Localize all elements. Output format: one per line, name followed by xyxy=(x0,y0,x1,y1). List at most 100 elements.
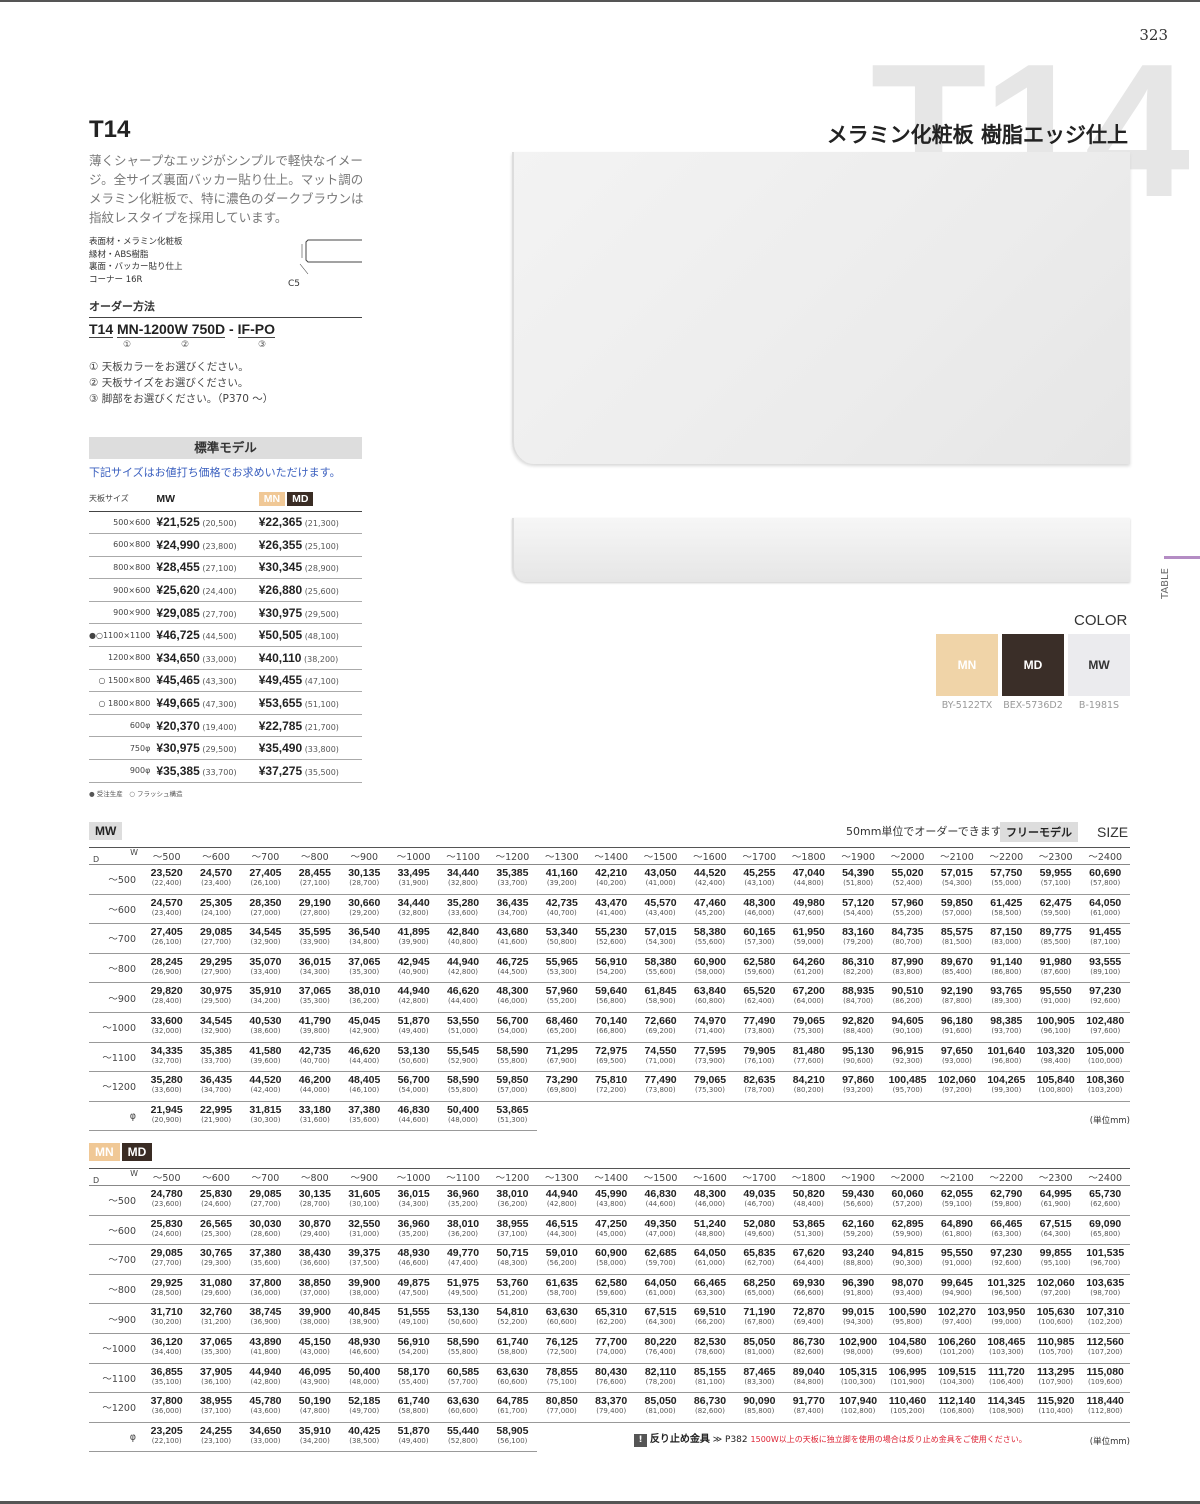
price-excl: (35,300) xyxy=(201,1347,232,1356)
price-excl: (102,200) xyxy=(1088,1318,1123,1327)
price-incl: 46,620 xyxy=(348,1044,381,1057)
price-excl: (66,200) xyxy=(695,1318,725,1327)
mw-price: ¥35,385 xyxy=(156,763,200,778)
price-excl: (93,700) xyxy=(991,1026,1022,1035)
price-incl: 63,630 xyxy=(446,1395,480,1408)
depth-label: ～800 xyxy=(89,953,142,984)
price-incl: 48,300 xyxy=(496,985,529,998)
price-incl: 102,060 xyxy=(1036,1276,1075,1289)
price-incl: 106,260 xyxy=(937,1335,976,1348)
depth-row: ～800 29,925 (28,500) 31,080 (29,600) 37,800 (3… xyxy=(89,1274,1130,1305)
mn-chip: MN xyxy=(258,491,286,506)
price-cell: 44,940 (42,800) xyxy=(438,953,488,984)
price-cell: 97,860 (93,200) xyxy=(833,1071,883,1102)
price-cell: 95,550 (91,000) xyxy=(932,1244,982,1275)
standard-model-heading: 標準モデル xyxy=(89,437,362,459)
price-incl: 46,200 xyxy=(298,1074,331,1087)
price-cell: 49,035 (46,700) xyxy=(734,1185,785,1216)
price-excl: (104,300) xyxy=(939,1377,975,1386)
mw-price: ¥46,725 xyxy=(156,628,200,643)
price-cell: 67,620 (64,400) xyxy=(784,1244,834,1275)
price-incl: 63,630 xyxy=(496,1365,529,1378)
price-excl: (34,300) xyxy=(299,967,330,976)
depth-label: ～1200 xyxy=(89,1071,142,1102)
price-incl: 64,260 xyxy=(792,955,825,968)
mn-price-excl: (51,100) xyxy=(304,700,339,710)
price-incl: 44,940 xyxy=(397,985,430,998)
price-incl: 59,010 xyxy=(545,1247,578,1260)
price-cell: 60,900 (58,000) xyxy=(586,1244,636,1275)
price-incl: 58,590 xyxy=(446,1335,480,1348)
width-axis-label: W xyxy=(130,1169,138,1179)
mw-price: ¥25,620 xyxy=(156,583,200,598)
price-excl: (82,600) xyxy=(695,1407,725,1416)
width-header: ～2000 xyxy=(882,847,933,865)
price-excl: (34,400) xyxy=(151,1347,182,1356)
price-excl: (101,200) xyxy=(939,1347,975,1356)
price-excl: (71,000) xyxy=(645,1056,676,1065)
price-excl: (57,300) xyxy=(744,938,775,947)
price-excl: (60,600) xyxy=(546,1318,577,1327)
depth-row: ～900 31,710 (30,200) 32,760 (31,200) 38,745 (3… xyxy=(89,1303,1130,1334)
price-incl: 60,060 xyxy=(891,1188,924,1200)
price-excl: (99,300) xyxy=(991,1086,1022,1095)
price-excl: (42,400) xyxy=(695,879,725,887)
price-cell: 77,490 (73,800) xyxy=(635,1071,686,1102)
price-incl: 36,960 xyxy=(397,1217,430,1230)
anti-warp-title: 反り止め金具 xyxy=(649,1434,710,1445)
price-incl: 56,910 xyxy=(595,955,628,968)
size-cell: 1200×800 xyxy=(89,646,157,670)
price-excl: (33,400) xyxy=(250,967,281,976)
price-incl: 77,595 xyxy=(693,1044,727,1057)
standard-price-table: 天板サイズ MW MN MD 500×600 ¥21,525 (20,500) ¥22… xyxy=(89,487,362,783)
price-incl: 45,045 xyxy=(348,1014,381,1027)
price-excl: (37,100) xyxy=(201,1407,232,1416)
price-incl: 108,465 xyxy=(987,1335,1026,1348)
price-incl: 59,640 xyxy=(595,985,628,998)
price-excl: (56,100) xyxy=(497,1436,528,1445)
price-incl: 29,085 xyxy=(150,1247,183,1260)
price-incl: 80,850 xyxy=(545,1395,578,1408)
price-cell: 103,950 (99,000) xyxy=(981,1303,1032,1334)
anti-warp-ref[interactable]: ≫ P382 xyxy=(713,1435,748,1445)
price-incl: 90,090 xyxy=(743,1395,776,1408)
price-cell: 53,550 (51,000) xyxy=(438,1012,488,1043)
depth-label: φ xyxy=(89,1101,142,1132)
price-incl: 98,070 xyxy=(891,1276,924,1289)
price-incl: 105,840 xyxy=(1036,1074,1075,1087)
price-incl: 44,940 xyxy=(446,955,480,968)
depth-axis-label: D xyxy=(93,855,100,864)
price-cell: 22,995 (21,900) xyxy=(191,1101,241,1132)
price-excl: (90,300) xyxy=(892,1259,923,1268)
width-header: ～1500 xyxy=(635,1168,686,1186)
price-cell: 86,730 (82,600) xyxy=(685,1392,735,1423)
price-cell: 33,495 (31,900) xyxy=(388,864,439,895)
price-cell: 60,165 (57,300) xyxy=(734,923,785,954)
price-cell: 29,295 (27,900) xyxy=(191,953,241,984)
price-excl: (54,400) xyxy=(843,908,874,917)
price-excl: (47,500) xyxy=(398,1288,429,1297)
price-excl: (52,600) xyxy=(596,938,627,947)
mw-price-cell: ¥45,465 (43,300) xyxy=(156,669,259,693)
price-excl: (109,600) xyxy=(1088,1377,1123,1386)
price-incl: 30,975 xyxy=(200,985,233,998)
width-axis-label: W xyxy=(130,848,138,858)
price-excl: (35,300) xyxy=(349,967,380,976)
price-incl: 56,700 xyxy=(397,1074,430,1087)
price-excl: (82,200) xyxy=(843,967,874,976)
price-incl: 55,020 xyxy=(891,867,924,879)
depth-row: ～600 24,570 (23,400) 25,305 (24,100) 28,350 (2… xyxy=(89,894,1130,925)
width-header: ～800 xyxy=(290,847,340,865)
price-cell: 60,690 (57,800) xyxy=(1080,864,1130,895)
width-header: ～1800 xyxy=(784,847,834,865)
price-excl: (43,100) xyxy=(744,879,775,887)
price-excl: (43,400) xyxy=(645,908,676,917)
price-cell: 108,465 (103,300) xyxy=(981,1333,1032,1364)
price-incl: 38,010 xyxy=(348,985,381,998)
standard-row: ○ 1800×800 ¥49,665 (47,300) ¥53,655 (51,10… xyxy=(89,691,362,715)
price-incl: 38,010 xyxy=(446,1217,480,1230)
price-excl: (73,900) xyxy=(695,1056,725,1065)
price-excl: (59,600) xyxy=(596,1288,627,1297)
price-cell: 94,605 (90,100) xyxy=(882,1012,933,1043)
price-cell: 48,300 (46,000) xyxy=(487,982,538,1013)
